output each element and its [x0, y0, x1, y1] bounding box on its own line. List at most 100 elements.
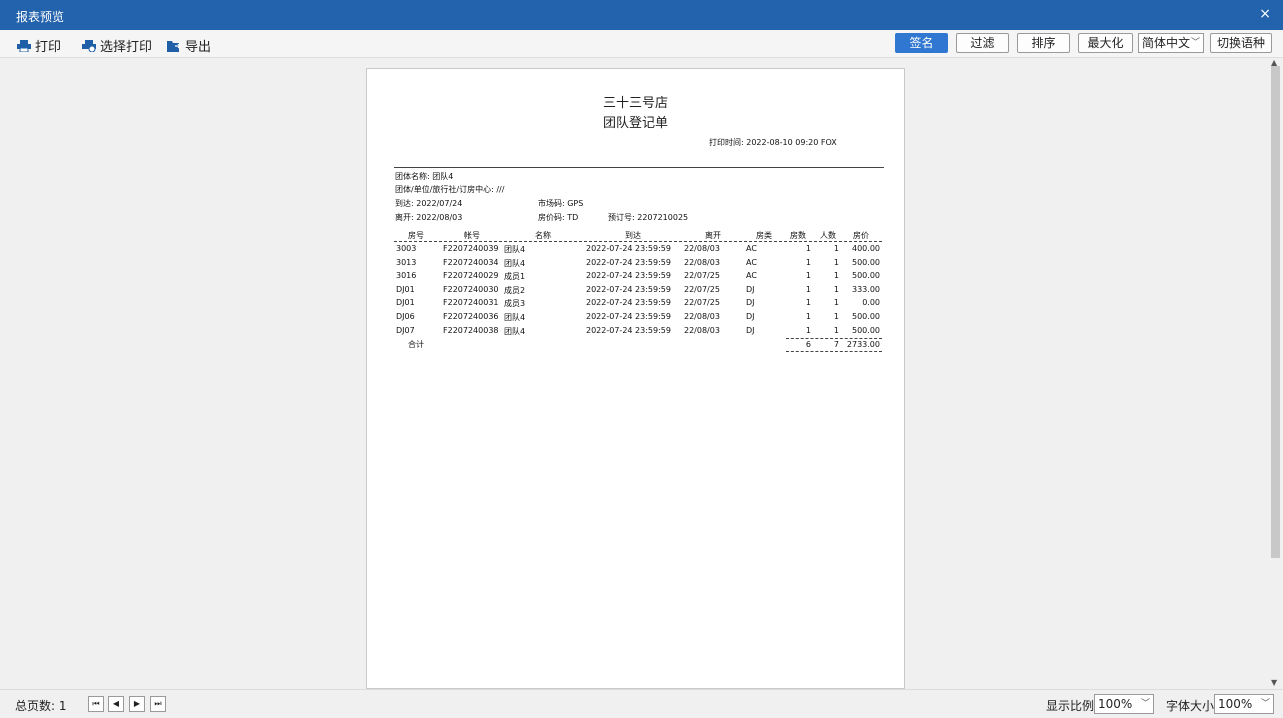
room-count: 1	[805, 298, 811, 307]
rate-code: 房价码: TD	[538, 213, 579, 222]
account-number: F2207240038	[443, 326, 499, 335]
guest-name: 成员3	[504, 299, 526, 308]
departure-time: 22/08/03	[684, 326, 720, 335]
export-label: 导出	[185, 40, 212, 55]
person-count: 1	[833, 258, 839, 267]
display-ratio-value: 100%	[1098, 697, 1133, 711]
report-page: 三十三号店 团队登记单 打印时间: 2022-08-10 09:20 FOX 团…	[366, 68, 905, 689]
room-number: 3016	[396, 271, 417, 280]
font-size-select[interactable]: 100% ﹀	[1214, 694, 1274, 714]
close-icon[interactable]: ×	[1259, 6, 1271, 22]
guest-name: 团队4	[504, 245, 526, 254]
total-pages: 总页数: 1	[15, 699, 67, 713]
guest-name: 团队4	[504, 313, 526, 322]
column-header: 房号	[408, 231, 424, 240]
scrollbar-thumb[interactable]	[1271, 66, 1280, 558]
room-type: AC	[746, 258, 757, 267]
window-title: 报表预览	[16, 10, 65, 24]
language-select-value: 简体中文	[1142, 36, 1191, 50]
scroll-down-icon[interactable]: ▼	[1271, 678, 1277, 687]
font-size-label: 字体大小	[1166, 699, 1215, 713]
column-header: 离开	[705, 231, 721, 240]
export-icon	[167, 40, 181, 52]
person-count: 1	[833, 271, 839, 280]
last-page-icon[interactable]: ⏭	[150, 696, 166, 712]
printer-icon	[17, 39, 31, 52]
font-size-value: 100%	[1218, 697, 1253, 711]
total-price: 2733.00	[846, 340, 880, 349]
room-count: 1	[805, 244, 811, 253]
room-count: 1	[805, 285, 811, 294]
sort-button[interactable]: 排序	[1017, 33, 1070, 53]
market-code: 市场码: GPS	[538, 199, 584, 208]
first-page-icon[interactable]: ⏮	[88, 696, 104, 712]
room-price: 400.00	[852, 244, 880, 253]
statusbar: 总页数: 1 ⏮ ◀ ▶ ⏭ 显示比例 100% ﹀ 字体大小 100% ﹀	[0, 689, 1283, 718]
account-number: F2207240039	[443, 244, 499, 253]
person-count: 1	[833, 298, 839, 307]
room-price: 500.00	[852, 312, 880, 321]
account-number: F2207240036	[443, 312, 499, 321]
guest-name: 成员1	[504, 272, 526, 281]
person-count: 1	[833, 326, 839, 335]
print-label: 打印	[35, 40, 62, 55]
display-ratio-select[interactable]: 100% ﹀	[1094, 694, 1154, 714]
print-button[interactable]: 打印	[17, 36, 61, 55]
toolbar: 打印 选择打印 导出 签名 过滤 排序 最大化 简体中文 ﹀ 切换语种	[0, 30, 1283, 58]
maximize-button[interactable]: 最大化	[1078, 33, 1133, 53]
departure-time: 22/07/25	[684, 298, 720, 307]
sign-button[interactable]: 签名	[895, 33, 948, 53]
room-type: DJ	[746, 298, 755, 307]
room-number: DJ01	[396, 298, 415, 307]
select-print-label: 选择打印	[100, 40, 153, 55]
chevron-down-icon: ﹀	[1260, 699, 1270, 709]
column-header: 房数	[790, 231, 806, 240]
group-unit: 团体/单位/旅行社/订房中心: ///	[395, 185, 505, 194]
guest-name: 团队4	[504, 259, 526, 268]
column-header-underline	[394, 241, 882, 242]
room-number: 3013	[396, 258, 417, 267]
hotel-name: 三十三号店	[602, 96, 668, 111]
guest-name: 成员2	[504, 286, 526, 295]
room-price: 333.00	[852, 285, 880, 294]
departure-time: 22/07/25	[684, 285, 720, 294]
room-type: AC	[746, 271, 757, 280]
group-name: 团体名称: 团队4	[395, 172, 454, 181]
room-number: DJ01	[396, 285, 415, 294]
column-header: 名称	[535, 231, 551, 240]
room-type: DJ	[746, 285, 755, 294]
totals-overline	[786, 338, 882, 339]
departure-date: 离开: 2022/08/03	[395, 213, 463, 222]
room-number: DJ06	[396, 312, 415, 321]
chevron-down-icon: ﹀	[1190, 38, 1200, 48]
language-select[interactable]: 简体中文 ﹀	[1138, 33, 1204, 53]
next-page-icon[interactable]: ▶	[129, 696, 145, 712]
arrival-time: 2022-07-24 23:59:59	[586, 326, 671, 335]
total-rooms: 6	[805, 340, 811, 349]
room-count: 1	[805, 326, 811, 335]
total-label: 合计	[408, 340, 424, 349]
arrival-time: 2022-07-24 23:59:59	[586, 271, 671, 280]
room-count: 1	[805, 312, 811, 321]
room-type: DJ	[746, 326, 755, 335]
filter-button[interactable]: 过滤	[956, 33, 1009, 53]
booking-number: 预订号: 2207210025	[608, 213, 689, 222]
room-type: AC	[746, 244, 757, 253]
export-button[interactable]: 导出	[167, 36, 211, 55]
departure-time: 22/08/03	[684, 258, 720, 267]
room-number: DJ07	[396, 326, 415, 335]
switch-language-button[interactable]: 切换语种	[1210, 33, 1272, 53]
select-printer-icon	[82, 39, 96, 52]
select-print-button[interactable]: 选择打印	[82, 36, 152, 55]
report-title: 团队登记单	[602, 116, 668, 131]
chevron-down-icon: ﹀	[1140, 699, 1150, 709]
room-price: 500.00	[852, 271, 880, 280]
prev-page-icon[interactable]: ◀	[108, 696, 124, 712]
room-price: 500.00	[852, 326, 880, 335]
display-ratio-label: 显示比例	[1046, 699, 1095, 713]
room-price: 500.00	[852, 258, 880, 267]
room-count: 1	[805, 258, 811, 267]
account-number: F2207240034	[443, 258, 499, 267]
vertical-scrollbar[interactable]: ▲ ▼	[1268, 58, 1283, 689]
arrival-time: 2022-07-24 23:59:59	[586, 258, 671, 267]
